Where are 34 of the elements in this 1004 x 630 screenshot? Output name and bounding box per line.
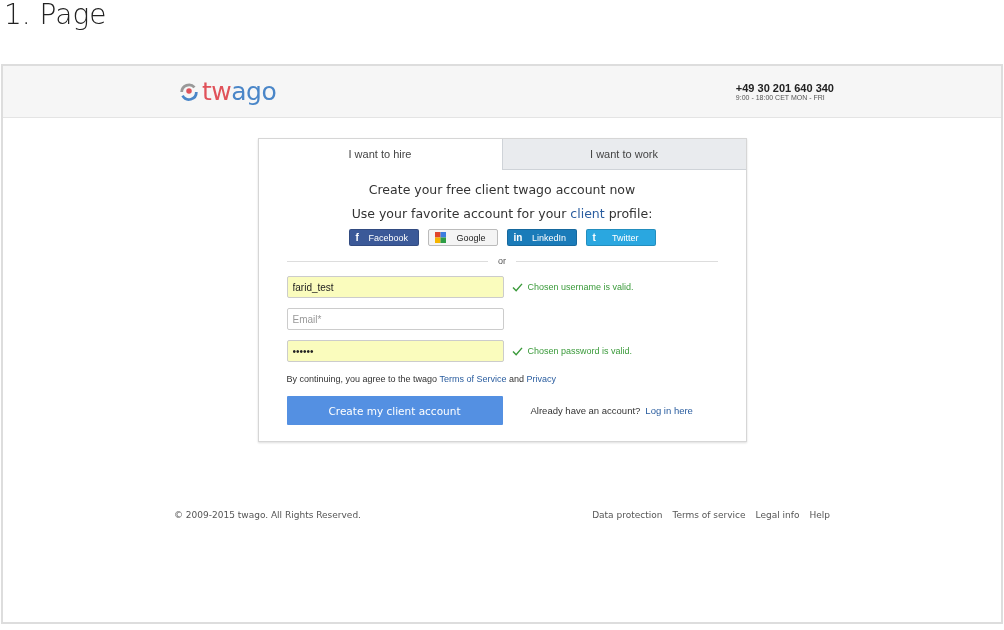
logo-text[interactable]: twago [202,77,277,106]
input-field[interactable]: •••••• [286,340,504,362]
or-divider-text: or [498,256,506,266]
heading: Create your free client twago account now [367,182,637,197]
input-field[interactable]: farid_test [286,276,504,298]
tab[interactable]: I want to hire [258,139,502,170]
footer-link[interactable]: Terms of service [672,510,746,520]
linkedin-icon: in [513,232,523,243]
input-field[interactable]: Email* [286,308,504,330]
phone-number: +49 30 201 640 340 [735,82,834,94]
facebook-button[interactable]: f Facebook [348,229,419,246]
validation-message: Chosen password is valid. [527,346,633,356]
terms-link[interactable]: Terms of Service [439,374,507,384]
client-link[interactable]: client [570,206,605,221]
login-link[interactable]: Log in here [645,405,693,416]
login-prompt: Already have an account? [530,405,641,416]
footer-link[interactable]: Legal info [755,510,800,520]
checkmark-icon [511,282,523,292]
logo-icon [178,80,200,103]
checkmark-icon [511,346,523,356]
google-icon [434,232,446,243]
google-button[interactable]: Google [427,229,498,246]
privacy-link[interactable]: Privacy [526,374,557,384]
page-title: 1. Page [3,0,108,33]
tab[interactable]: I want to work [501,139,746,170]
validation-message: Chosen username is valid. [527,282,634,292]
footer-link[interactable]: Help [809,510,830,520]
linkedin-button[interactable]: in LinkedIn [506,229,577,246]
footer-link[interactable]: Data protection [592,510,663,520]
terms-sentence: By continuing, you agree to the twago Terms of Service and Privacy [286,374,558,384]
twitter-icon: t [592,232,596,243]
copyright-text: © 2009-2015 twago. All Rights Reserved. [174,510,361,520]
subheading: Use your favorite account for your client profile: [350,206,654,221]
facebook-icon: f [355,232,359,243]
